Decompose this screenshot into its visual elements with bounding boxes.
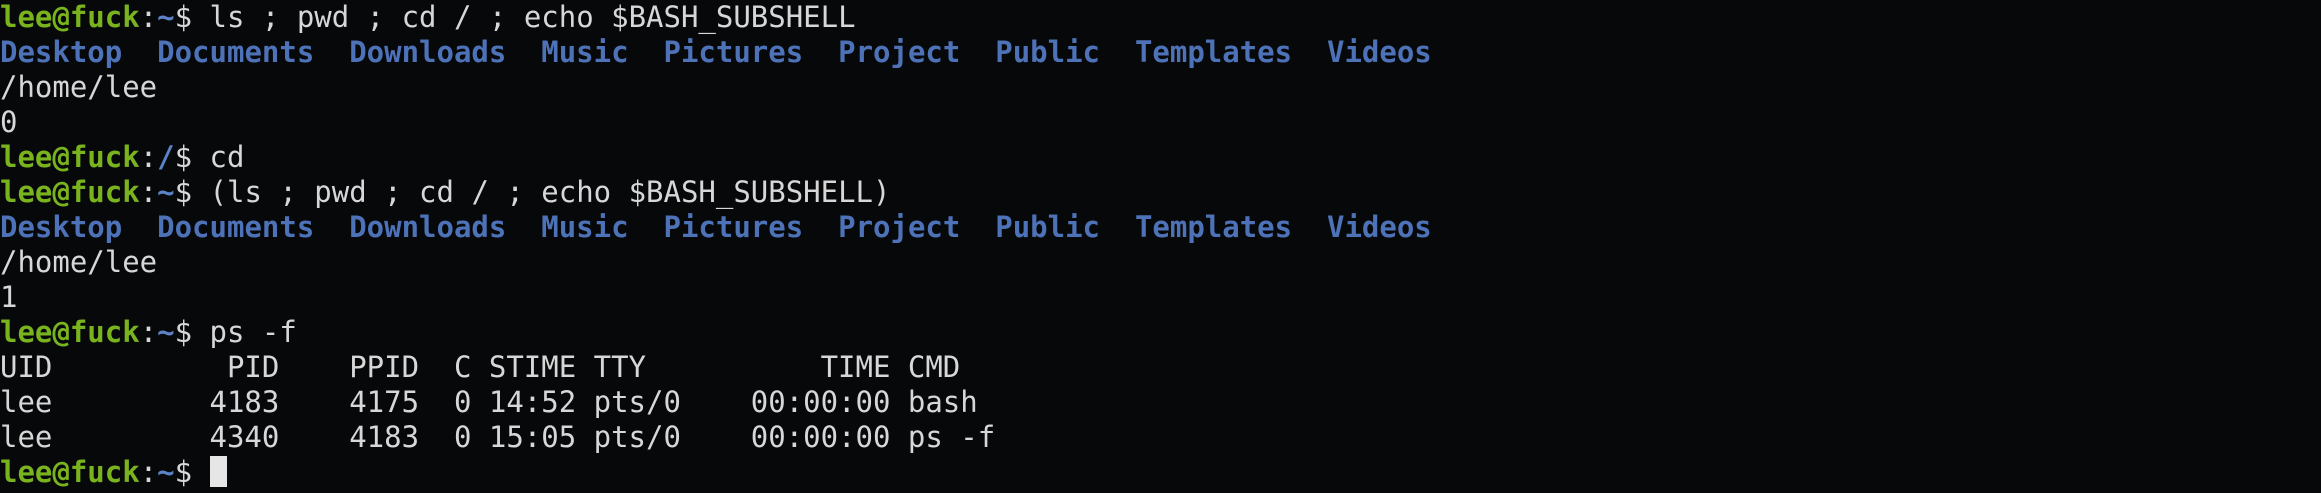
prompt-path: ~ (157, 455, 175, 489)
command-text: ps -f (209, 315, 297, 349)
subshell-output: 0 (0, 105, 18, 139)
terminal-window[interactable]: lee@fuck:~$ ls ; pwd ; cd / ; echo $BASH… (0, 0, 2321, 493)
subshell-output: 1 (0, 280, 18, 314)
prompt-path: / (157, 140, 175, 174)
dir-entry: Documents (157, 35, 315, 69)
prompt-user-host: lee@fuck (0, 455, 140, 489)
dir-entry: Pictures (663, 35, 804, 69)
dir-entry: Music (541, 35, 629, 69)
prompt-colon: : (139, 140, 158, 174)
dir-entry: Music (541, 210, 629, 244)
ps-row: lee 4340 4183 0 15:05 pts/0 00:00:00 ps … (0, 420, 996, 454)
prompt-suffix: $ (174, 140, 210, 174)
dir-entry: Desktop (0, 210, 123, 244)
dir-entry: Downloads (349, 210, 507, 244)
dir-entry: Downloads (349, 35, 507, 69)
dir-entry: Videos (1327, 210, 1432, 244)
prompt-colon: : (139, 315, 158, 349)
pwd-output: /home/lee (0, 245, 158, 279)
ls-output: Desktop Documents Downloads Music Pictur… (0, 210, 2321, 245)
command-text: ls ; pwd ; cd / ; echo $BASH_SUBSHELL (209, 0, 856, 34)
prompt-suffix: $ (174, 455, 210, 489)
prompt-line[interactable]: lee@fuck:~$ (0, 455, 2321, 490)
ls-output: Desktop Documents Downloads Music Pictur… (0, 35, 2321, 70)
text-cursor[interactable] (209, 456, 227, 487)
prompt-colon: : (139, 0, 158, 34)
command-text: (ls ; pwd ; cd / ; echo $BASH_SUBSHELL) (209, 175, 891, 209)
prompt-user-host: lee@fuck (0, 140, 140, 174)
prompt-path: ~ (157, 0, 175, 34)
prompt-path: ~ (157, 315, 175, 349)
dir-entry: Project (838, 210, 961, 244)
dir-entry: Templates (1134, 35, 1293, 69)
ps-row: lee 4183 4175 0 14:52 pts/0 00:00:00 bas… (0, 385, 978, 419)
prompt-suffix: $ (174, 0, 210, 34)
pwd-output: /home/lee (0, 70, 158, 104)
prompt-user-host: lee@fuck (0, 0, 140, 34)
prompt-path: ~ (157, 175, 175, 209)
prompt-colon: : (139, 455, 158, 489)
prompt-line: lee@fuck:~$ (ls ; pwd ; cd / ; echo $BAS… (0, 175, 2321, 210)
dir-entry: Public (995, 35, 1101, 69)
ps-header: UID PID PPID C STIME TTY TIME CMD (0, 350, 961, 384)
dir-entry: Desktop (0, 35, 123, 69)
dir-entry: Templates (1134, 210, 1293, 244)
prompt-suffix: $ (174, 175, 210, 209)
prompt-line: lee@fuck:/$ cd (0, 140, 2321, 175)
command-text: cd (209, 140, 245, 174)
dir-entry: Documents (157, 210, 315, 244)
prompt-suffix: $ (174, 315, 210, 349)
prompt-line: lee@fuck:~$ ps -f (0, 315, 2321, 350)
prompt-line: lee@fuck:~$ ls ; pwd ; cd / ; echo $BASH… (0, 0, 2321, 35)
prompt-colon: : (139, 175, 158, 209)
prompt-user-host: lee@fuck (0, 175, 140, 209)
dir-entry: Project (838, 35, 961, 69)
dir-entry: Pictures (663, 210, 804, 244)
dir-entry: Public (995, 210, 1101, 244)
prompt-user-host: lee@fuck (0, 315, 140, 349)
dir-entry: Videos (1327, 35, 1432, 69)
